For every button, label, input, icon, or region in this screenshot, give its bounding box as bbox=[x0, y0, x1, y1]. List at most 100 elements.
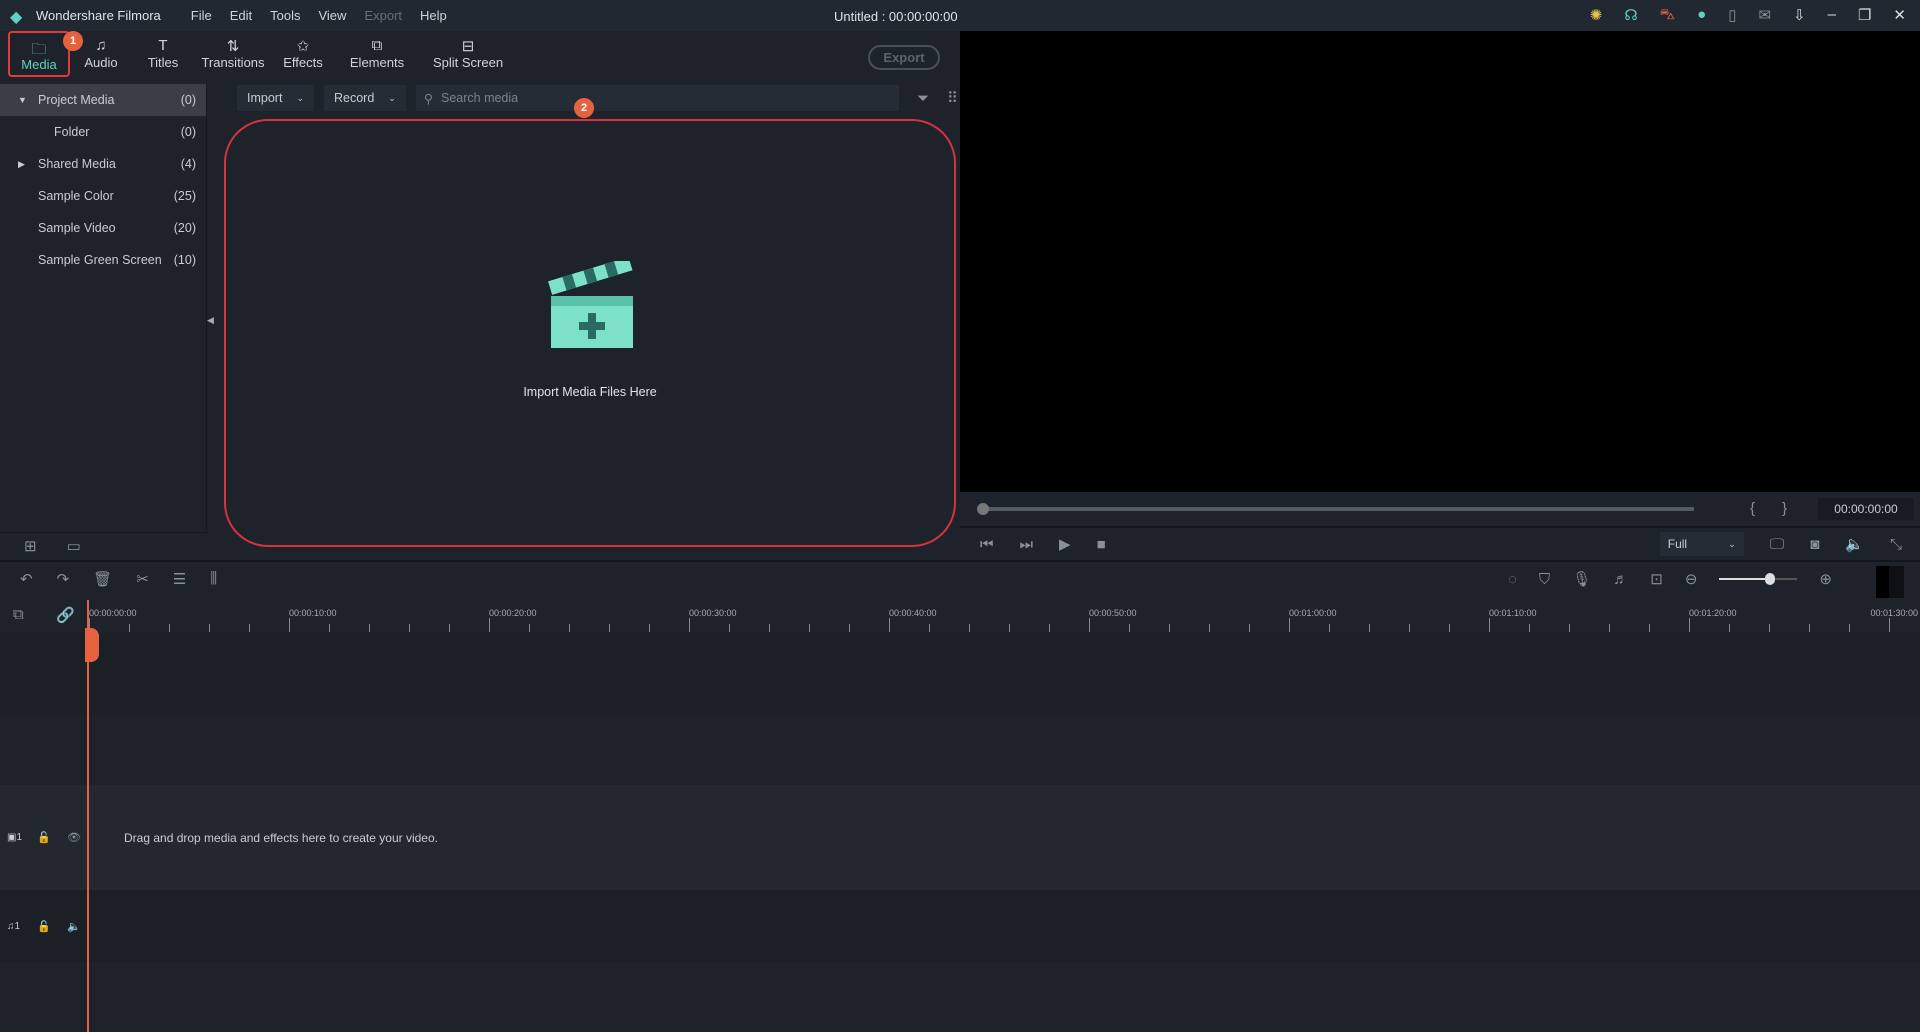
ruler-tick bbox=[569, 624, 570, 632]
sidebar-item-folder[interactable]: Folder (0) bbox=[0, 116, 206, 148]
new-folder-icon[interactable]: ⊞ bbox=[24, 537, 37, 555]
import-dropdown[interactable]: Import ⌄ bbox=[237, 85, 314, 111]
close-icon[interactable]: ✕ bbox=[1893, 6, 1906, 25]
menu-help[interactable]: Help bbox=[420, 8, 447, 23]
import-drop-zone[interactable]: Import Media Files Here bbox=[224, 119, 956, 547]
zoom-in-icon[interactable]: ⊕ bbox=[1819, 570, 1832, 588]
stop-icon[interactable]: ■ bbox=[1097, 536, 1106, 553]
add-track-icon[interactable]: ⧉ bbox=[13, 606, 24, 623]
tab-elements[interactable]: ⧉ Elements bbox=[334, 31, 420, 80]
module-tabs: 🗀 Media ♫ Audio T Titles ⇅ Transitions ✩ Effe… bbox=[0, 31, 958, 80]
collapse-icon: ▶ bbox=[18, 158, 25, 169]
video-track-1[interactable]: ▣1 🔓 👁 Drag and drop media and effects h… bbox=[0, 785, 1920, 890]
sidebar-item-sample-video[interactable]: Sample Video (20) bbox=[0, 212, 206, 244]
sidebar-item-project-media[interactable]: ▼ Project Media (0) bbox=[0, 84, 206, 116]
mail-icon[interactable]: ✉ bbox=[1758, 6, 1771, 25]
ruler-label: 00:00:10:00 bbox=[289, 608, 337, 618]
play-icon[interactable]: ▶ bbox=[1059, 535, 1071, 553]
microphone-icon[interactable]: 🎙 bbox=[1572, 570, 1591, 588]
headset-icon[interactable]: ☊ bbox=[1624, 6, 1637, 25]
step-badge-2: 2 bbox=[574, 98, 594, 118]
filter-icon[interactable]: ⏷ bbox=[917, 90, 929, 107]
playback-scrubber[interactable] bbox=[982, 507, 1694, 511]
ruler-tick bbox=[769, 624, 770, 632]
lock-icon[interactable]: 🔓 bbox=[37, 920, 67, 933]
tab-transitions[interactable]: ⇅ Transitions bbox=[194, 31, 272, 80]
record-dropdown[interactable]: Record ⌄ bbox=[323, 85, 406, 111]
audio-track-1[interactable]: ♫1 🔓 🔈 bbox=[0, 890, 1920, 962]
tab-media[interactable]: 🗀 Media bbox=[8, 31, 70, 77]
tab-split-screen[interactable]: ⊟ Split Screen bbox=[420, 31, 516, 80]
account-icon[interactable]: ● bbox=[1697, 6, 1706, 25]
ruler-tick bbox=[1169, 624, 1170, 632]
ruler-label: 00:01:30:00 bbox=[1870, 608, 1918, 618]
lightbulb-icon[interactable]: ✺ bbox=[1590, 6, 1603, 25]
render-icon[interactable]: ◌ bbox=[1508, 571, 1517, 588]
ruler-tick bbox=[1809, 624, 1810, 632]
timeline-ruler[interactable]: ⧉ 🔗 00:00:00:00 00:00:10:00 00:00:20:00 00:… bbox=[0, 600, 1920, 632]
ruler-tick bbox=[449, 624, 450, 632]
ruler-tick bbox=[609, 624, 610, 632]
menu-view[interactable]: View bbox=[318, 8, 346, 23]
marker-icon[interactable]: ⛉ bbox=[1539, 571, 1550, 588]
playhead-handle[interactable] bbox=[85, 628, 99, 662]
volume-icon[interactable]: 🔈 bbox=[1845, 535, 1864, 553]
tab-effects[interactable]: ✩ Effects bbox=[272, 31, 334, 80]
speaker-icon[interactable]: 🔈 bbox=[67, 920, 81, 933]
import-hint: Import Media Files Here bbox=[523, 385, 657, 399]
empty-track-area bbox=[0, 632, 1920, 785]
ruler-tick bbox=[809, 624, 810, 632]
snapshot-icon[interactable]: ◙ bbox=[1810, 536, 1819, 553]
menu-file[interactable]: File bbox=[191, 8, 212, 23]
eye-icon[interactable]: 👁 bbox=[67, 831, 124, 844]
cut-icon[interactable]: ✂ bbox=[136, 570, 149, 588]
ruler-tick bbox=[489, 618, 490, 632]
sidebar-item-sample-color[interactable]: Sample Color (25) bbox=[0, 180, 206, 212]
download-icon[interactable]: ⇩ bbox=[1793, 6, 1806, 25]
grid-view-icon[interactable]: ⠿ bbox=[947, 89, 958, 107]
collapse-panel-icon[interactable]: ◀ bbox=[207, 315, 214, 326]
ruler-tick bbox=[969, 624, 970, 632]
zoom-slider[interactable] bbox=[1719, 572, 1798, 586]
ruler-tick bbox=[1009, 624, 1010, 632]
ruler-label: 00:00:40:00 bbox=[889, 608, 937, 618]
scrubber-handle[interactable] bbox=[977, 503, 989, 515]
next-frame-icon[interactable]: ⏭ bbox=[1020, 536, 1034, 553]
fit-timeline-icon[interactable]: ⊡ bbox=[1650, 570, 1663, 588]
previous-frame-icon[interactable]: ⏮ bbox=[980, 536, 994, 553]
playhead[interactable] bbox=[87, 600, 89, 1032]
adjust-icon[interactable]: ☰ bbox=[173, 570, 186, 588]
save-icon[interactable]: ▯ bbox=[1728, 6, 1736, 25]
lock-icon[interactable]: 🔓 bbox=[37, 831, 67, 844]
quality-select[interactable]: Full ⌄ bbox=[1659, 532, 1744, 556]
restore-icon[interactable]: ❐ bbox=[1858, 6, 1871, 25]
sidebar-item-sample-green-screen[interactable]: Sample Green Screen (10) bbox=[0, 244, 206, 276]
delete-icon[interactable]: 🗑 bbox=[93, 570, 112, 588]
undo-icon[interactable]: ↶ bbox=[20, 570, 33, 588]
display-icon[interactable]: 🖵 bbox=[1770, 536, 1784, 553]
fullscreen-icon[interactable]: ⤡ bbox=[1890, 536, 1902, 553]
ruler-tick bbox=[1129, 624, 1130, 632]
redo-icon[interactable]: ↷ bbox=[57, 570, 70, 588]
cart-icon[interactable]: ⛍ bbox=[1660, 6, 1675, 25]
ruler-tick bbox=[1369, 624, 1370, 632]
clapperboard-plus-icon bbox=[548, 261, 633, 348]
search-input[interactable]: ⚲ Search media bbox=[415, 85, 899, 111]
folder-icon[interactable]: ▭ bbox=[67, 537, 81, 555]
mark-in-icon[interactable]: { bbox=[1750, 500, 1755, 517]
menu-edit[interactable]: Edit bbox=[230, 8, 252, 23]
ruler-tick bbox=[929, 624, 930, 632]
ruler-tick bbox=[1689, 618, 1690, 632]
preview-player bbox=[960, 31, 1920, 492]
audio-waveform-icon[interactable]: ⫼ bbox=[210, 570, 217, 588]
tab-titles[interactable]: T Titles bbox=[132, 31, 194, 80]
minimize-icon[interactable]: – bbox=[1828, 6, 1836, 25]
ruler-tick bbox=[1529, 624, 1530, 632]
mark-out-icon[interactable]: } bbox=[1782, 500, 1787, 517]
audio-mixer-icon[interactable]: ♬ bbox=[1613, 571, 1628, 588]
menu-tools[interactable]: Tools bbox=[270, 8, 300, 23]
chevron-down-icon: ⌄ bbox=[388, 92, 396, 103]
link-icon[interactable]: 🔗 bbox=[56, 606, 75, 624]
zoom-out-icon[interactable]: ⊖ bbox=[1685, 570, 1698, 588]
sidebar-item-shared-media[interactable]: ▶ Shared Media (4) bbox=[0, 148, 206, 180]
